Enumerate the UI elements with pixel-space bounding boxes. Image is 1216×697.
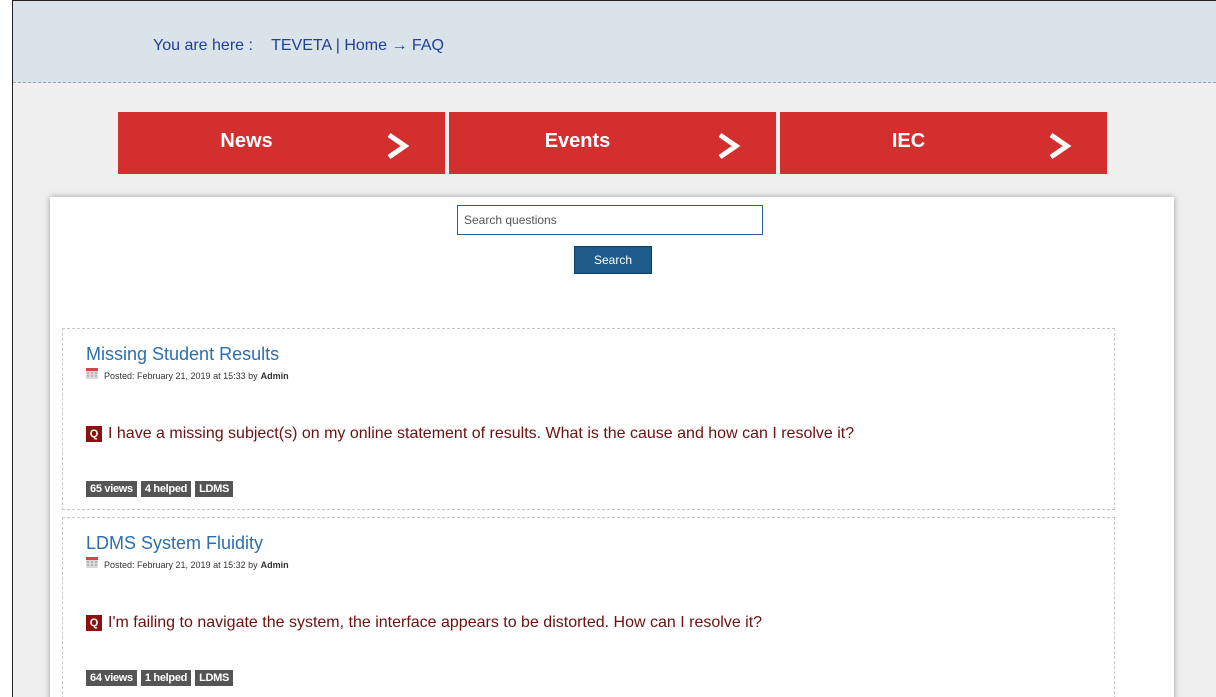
breadcrumb-prefix: You are here : — [153, 37, 253, 54]
faq-question-text: I have a missing subject(s) on my online… — [108, 425, 855, 442]
search-input[interactable] — [457, 205, 763, 235]
helped-badge: 4 helped — [140, 481, 192, 497]
breadcrumb-arrow: → — [391, 37, 408, 54]
faq-posted-meta: Posted: February 21, 2019 at 15:33 by Ad… — [86, 368, 289, 381]
helped-badge: 1 helped — [140, 670, 192, 686]
views-badge: 65 views — [86, 481, 137, 497]
chevron-right-icon — [718, 132, 741, 160]
events-link-label: Events — [544, 130, 611, 152]
calendar-icon — [86, 557, 98, 568]
faq-posted-text: Posted: February 21, 2019 at 15:32 by — [104, 559, 258, 570]
search-button[interactable]: Search — [574, 246, 652, 274]
faq-tags: 65 views 4 helped LDMS — [86, 481, 234, 497]
news-link-button[interactable]: News — [118, 112, 445, 174]
breadcrumb-bar: You are here : TEVETA | Home → FAQ — [13, 1, 1216, 83]
faq-author: Admin — [260, 370, 289, 381]
page-frame: You are here : TEVETA | Home → FAQ News … — [12, 0, 1216, 697]
question-badge: Q — [86, 615, 102, 631]
breadcrumb-current: FAQ — [411, 37, 444, 54]
faq-question-text: I'm failing to navigate the system, the … — [108, 614, 763, 631]
faq-item: LDMS System Fluidity Posted: February 21… — [62, 517, 1115, 697]
views-badge: 64 views — [86, 670, 137, 686]
category-tag[interactable]: LDMS — [195, 481, 234, 497]
faq-posted-meta: Posted: February 21, 2019 at 15:32 by Ad… — [86, 557, 289, 570]
breadcrumb-home-link[interactable]: Home — [344, 37, 387, 54]
iec-link-button[interactable]: IEC — [780, 112, 1107, 174]
news-link-label: News — [220, 130, 273, 152]
breadcrumb-separator: | — [335, 37, 340, 54]
chevron-right-icon — [387, 132, 410, 160]
faq-panel: Search Missing Student Results Posted: F… — [50, 197, 1174, 697]
calendar-icon — [86, 368, 98, 379]
question-badge: Q — [86, 426, 102, 442]
quicklinks-bar: News Events IEC — [118, 112, 1107, 174]
faq-title-link[interactable]: LDMS System Fluidity — [86, 533, 263, 554]
iec-link-label: IEC — [891, 130, 926, 152]
faq-tags: 64 views 1 helped LDMS — [86, 670, 234, 686]
chevron-right-icon — [1049, 132, 1072, 160]
events-link-button[interactable]: Events — [449, 112, 776, 174]
faq-question: Q I have a missing subject(s) on my onli… — [86, 425, 854, 443]
faq-author: Admin — [260, 559, 289, 570]
faq-posted-text: Posted: February 21, 2019 at 15:33 by — [104, 370, 258, 381]
breadcrumb-site-link[interactable]: TEVETA — [271, 37, 331, 54]
faq-item: Missing Student Results Posted: February… — [62, 328, 1115, 510]
faq-question: Q I'm failing to navigate the system, th… — [86, 614, 762, 632]
faq-title-link[interactable]: Missing Student Results — [86, 344, 279, 365]
category-tag[interactable]: LDMS — [195, 670, 234, 686]
breadcrumb: You are here : TEVETA | Home → FAQ — [153, 37, 444, 55]
